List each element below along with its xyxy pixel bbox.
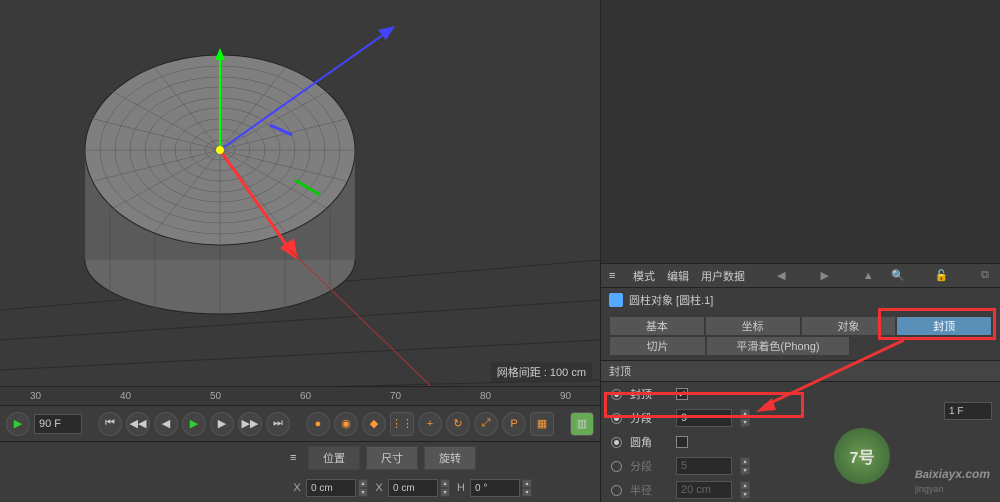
transport-bar: ▶ 90 F ⏮ ◀◀ ◀ ▶ ▶ ▶▶ ⏭ ● ◉ ◆ ⋮⋮ + ↻ ⤢ P … [0,406,600,442]
next-frame-button[interactable]: ▶ [210,412,234,436]
tab-slice[interactable]: 切片 [609,336,706,356]
play-button[interactable]: ▶ [182,412,206,436]
radio-icon[interactable] [611,437,622,448]
tab-size[interactable]: 尺寸 [366,446,418,470]
spinner-icon[interactable]: ▴▾ [358,479,368,497]
next-key-button[interactable]: ▶▶ [238,412,262,436]
key-options-button[interactable]: ⋮⋮ [390,412,414,436]
goto-start-button[interactable]: ⏮ [98,412,122,436]
fillet-seg-field: 5 [676,457,732,475]
prop-fillet: 圆角 [601,430,1000,454]
prop-fillet-seg: 分段 5 ▴▾ [601,454,1000,478]
prop-cap: 封顶 ✔ [601,382,1000,406]
radio-icon [611,485,622,496]
prop-segments: 分段 9 ▴▾ [601,406,1000,430]
hatch-icon [609,270,621,282]
object-manager[interactable] [601,0,1000,264]
key-rot-button[interactable]: ↻ [446,412,470,436]
radio-icon[interactable] [611,413,622,424]
prev-frame-button[interactable]: ◀ [154,412,178,436]
new-window-icon[interactable]: ⧉ [978,269,992,283]
autokey-button[interactable]: ◉ [334,412,358,436]
spinner-icon: ▴▾ [740,481,750,499]
tab-rotation[interactable]: 旋转 [424,446,476,470]
section-cap: 封顶 [601,360,1000,382]
segments-field[interactable]: 9 [676,409,732,427]
spinner-icon[interactable]: ▴▾ [522,479,532,497]
rot-h-field[interactable]: 0 ° [470,479,520,497]
tab-coord[interactable]: 坐标 [705,316,801,336]
coord-fields: X0 cm▴▾ X0 cm▴▾ H0 °▴▾ [0,474,600,502]
cylinder-icon [609,293,623,307]
timeline-ruler[interactable]: 30 40 50 60 70 80 90 [0,386,600,406]
layout-button[interactable]: ▥ [570,412,594,436]
hatch-icon [290,452,302,464]
tab-position[interactable]: 位置 [308,446,360,470]
object-title: 圆柱对象 [圆柱.1] [601,288,1000,312]
tab-object[interactable]: 对象 [801,316,897,336]
spinner-icon[interactable]: ▴▾ [440,479,450,497]
spinner-icon: ▴▾ [740,457,750,475]
menu-mode[interactable]: 模式 [633,268,655,284]
watermark-logo: 7号 [834,428,890,484]
coord-tabs: 位置 尺寸 旋转 [0,442,600,474]
end-frame-field[interactable]: 90 F [34,414,82,434]
cap-checkbox[interactable]: ✔ [676,388,688,400]
radio-icon [611,461,622,472]
menu-userdata[interactable]: 用户数据 [701,268,745,284]
menu-edit[interactable]: 编辑 [667,268,689,284]
grid-spacing-label: 网格间距 : 100 cm [491,362,592,382]
radius-field: 20 cm [676,481,732,499]
attribute-menu: 模式 编辑 用户数据 ◀ ▶ ▲ 🔍 🔓 ⧉ [601,264,1000,288]
radio-icon[interactable] [611,389,622,400]
tab-phong[interactable]: 平滑着色(Phong) [706,336,850,356]
size-x-field[interactable]: 0 cm [388,479,438,497]
goto-end-button[interactable]: ⏭ [266,412,290,436]
nav-back-icon[interactable]: ◀ [774,269,788,283]
key-grid-button[interactable]: ▦ [530,412,554,436]
play-start-button[interactable]: ▶ [6,412,30,436]
prev-key-button[interactable]: ◀◀ [126,412,150,436]
key-pos-button[interactable]: + [418,412,442,436]
search-icon[interactable]: 🔍 [891,269,905,283]
tab-cap[interactable]: 封顶 [896,316,992,336]
prop-radius: 半径 20 cm ▴▾ [601,478,1000,502]
key-param-button[interactable]: P [502,412,526,436]
viewport-3d[interactable]: 网格间距 : 100 cm [0,0,600,386]
spinner-icon[interactable]: ▴▾ [740,409,750,427]
record-button[interactable]: ● [306,412,330,436]
key-scale-button[interactable]: ⤢ [474,412,498,436]
tab-basic[interactable]: 基本 [609,316,705,336]
lock-icon[interactable]: 🔓 [935,269,949,283]
nav-up-icon[interactable]: ▲ [861,269,875,283]
pos-x-field[interactable]: 0 cm [306,479,356,497]
nav-fwd-icon[interactable]: ▶ [818,269,832,283]
keyframe-button[interactable]: ◆ [362,412,386,436]
fillet-checkbox[interactable] [676,436,688,448]
current-frame-field[interactable]: 1 F [944,402,992,420]
